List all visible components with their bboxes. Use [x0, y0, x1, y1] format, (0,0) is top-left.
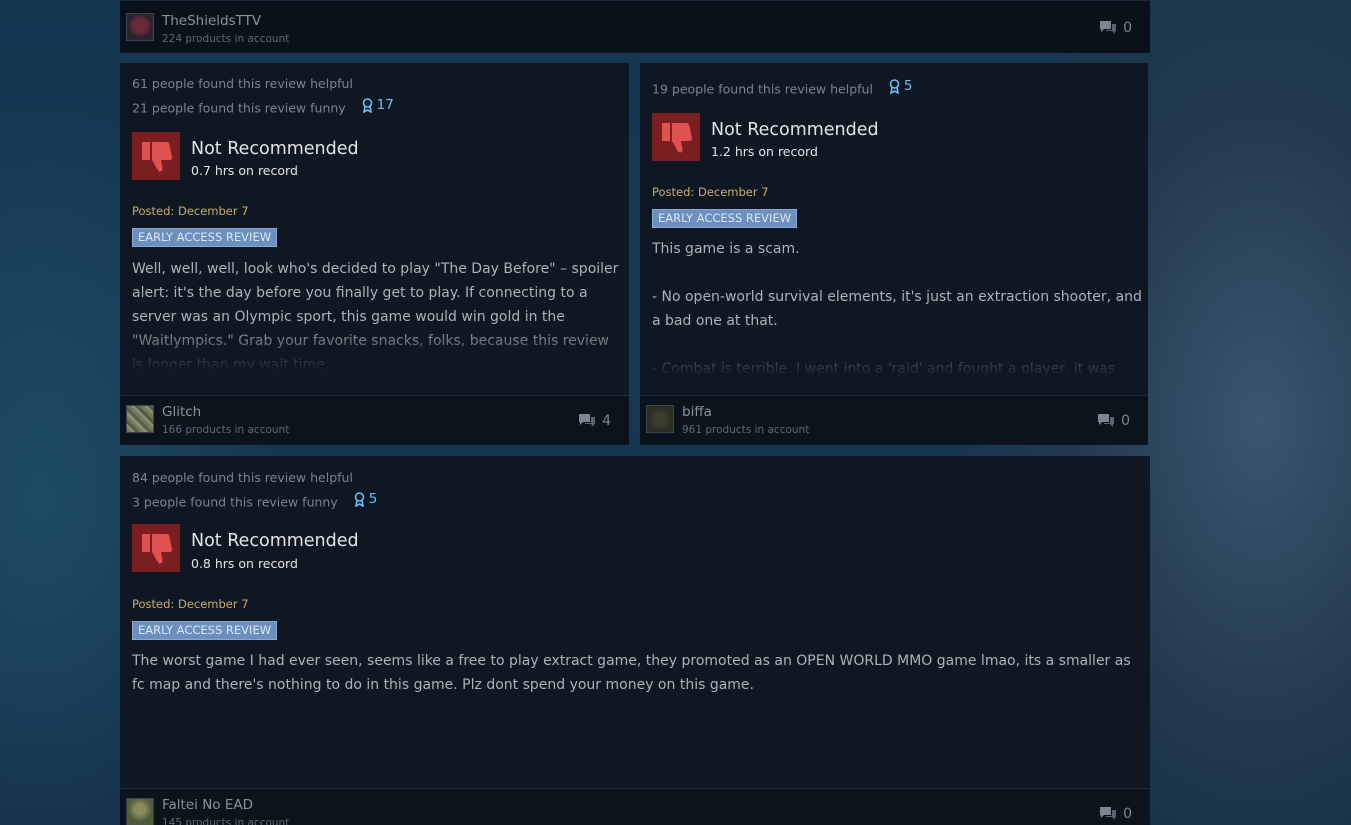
recommendation-label: Not Recommended [711, 120, 879, 140]
comments-count[interactable]: 0 [1099, 806, 1132, 822]
speech-bubbles-icon [579, 414, 596, 427]
author-name[interactable]: Faltei No EAD [162, 797, 253, 813]
avatar[interactable] [126, 798, 154, 825]
early-access-badge: EARLY ACCESS REVIEW [652, 209, 798, 228]
award-count[interactable]: 5 [889, 78, 913, 94]
hours-on-record: 0.7 hrs on record [191, 163, 298, 178]
comments-count[interactable]: 0 [1099, 20, 1132, 36]
review-text[interactable]: This game is a scam. - No open-world sur… [652, 237, 1142, 377]
recommendation-label: Not Recommended [191, 531, 359, 551]
avatar[interactable] [126, 13, 154, 41]
early-access-badge: EARLY ACCESS REVIEW [132, 621, 278, 640]
posted-date: Posted: December 7 [132, 204, 249, 218]
review-footer: Faltei No EAD 145 products in account 0 [120, 788, 1150, 825]
posted-date: Posted: December 7 [652, 185, 769, 199]
helpful-count: 19 people found this review helpful 5 [652, 78, 913, 97]
award-ribbon-icon [889, 78, 900, 94]
products-count: 961 products in account [682, 424, 810, 436]
avatar[interactable] [646, 405, 674, 433]
avatar[interactable] [126, 405, 154, 433]
review-card-top: TheShieldsTTV 224 products in account 0 [120, 0, 1150, 53]
speech-bubbles-icon [1098, 414, 1115, 427]
award-ribbon-icon [362, 97, 372, 113]
hours-on-record: 0.8 hrs on record [191, 556, 298, 571]
review-card: 19 people found this review helpful 5 No… [640, 63, 1148, 445]
review-card: 61 people found this review helpful 21 p… [120, 63, 629, 445]
author-name[interactable]: biffa [682, 404, 712, 420]
posted-date: Posted: December 7 [132, 597, 249, 611]
helpful-count: 84 people found this review helpful [132, 470, 353, 485]
thumbs-down-icon [132, 132, 180, 180]
helpful-count: 61 people found this review helpful [132, 76, 353, 91]
award-ribbon-icon [354, 491, 365, 507]
hours-on-record: 1.2 hrs on record [711, 144, 818, 159]
author-name[interactable]: Glitch [162, 404, 201, 420]
early-access-badge: EARLY ACCESS REVIEW [132, 228, 278, 247]
review-text[interactable]: The worst game I had ever seen, seems li… [132, 649, 1137, 697]
author-name[interactable]: TheShieldsTTV [162, 13, 261, 29]
funny-count: 3 people found this review funny 5 [132, 491, 378, 510]
funny-count: 21 people found this review funny 17 [132, 97, 394, 116]
review-footer: biffa 961 products in account 0 [640, 395, 1148, 445]
thumbs-down-icon [132, 524, 180, 572]
products-count: 145 products in account [162, 817, 290, 825]
award-count[interactable]: 5 [354, 491, 377, 507]
thumbs-down-icon [652, 113, 700, 161]
comments-count[interactable]: 0 [1097, 413, 1130, 429]
review-card: 84 people found this review helpful 3 pe… [120, 456, 1150, 825]
speech-bubbles-icon [1100, 807, 1117, 820]
award-count[interactable]: 17 [362, 97, 394, 113]
products-count: 224 products in account [162, 33, 290, 45]
speech-bubbles-icon [1100, 21, 1117, 34]
recommendation-label: Not Recommended [191, 139, 359, 159]
review-text[interactable]: Well, well, well, look who's decided to … [132, 257, 622, 371]
comments-count[interactable]: 4 [578, 413, 611, 429]
review-footer: Glitch 166 products in account 4 [120, 395, 629, 445]
products-count: 166 products in account [162, 424, 290, 436]
